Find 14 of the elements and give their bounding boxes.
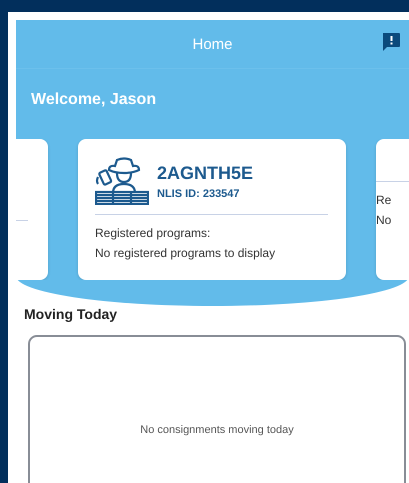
programs-label: Re: [376, 192, 392, 209]
property-pic: 2AGNTH5E: [157, 162, 254, 184]
farmer-icon: [95, 157, 149, 205]
empty-message: No consignments moving today: [140, 424, 294, 438]
property-card[interactable]: 2AGNTH5E NLIS ID: 233547 Registered programs: No registered programs to display: [78, 139, 346, 280]
programs-text: No registered programs to display: [95, 245, 276, 262]
nlis-id: NLIS ID: 233547: [157, 188, 241, 200]
section-heading: Moving Today: [24, 306, 118, 322]
page-title: Home: [192, 36, 232, 52]
programs-label: Registered programs:: [95, 225, 212, 242]
welcome-text: Welcome, Jason: [31, 91, 156, 108]
feedback-icon[interactable]: [381, 32, 401, 52]
programs-text: No: [376, 212, 392, 229]
property-card[interactable]: Re No: [376, 139, 409, 280]
